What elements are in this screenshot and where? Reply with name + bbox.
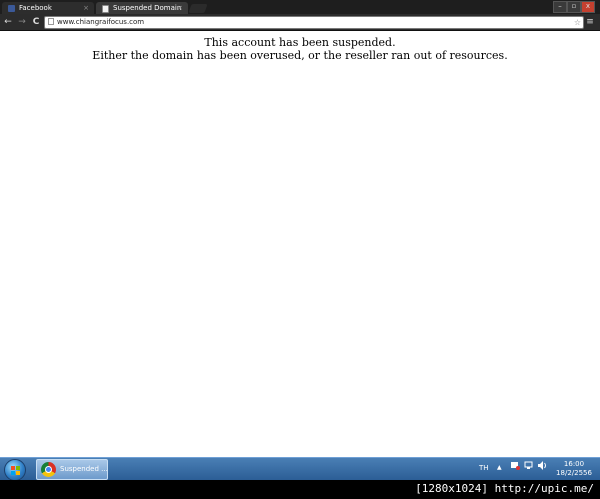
watermark-strip: [1280x1024] http://upic.me/: [0, 480, 600, 499]
taskbar: Suspended ... TH ▲ 16:00 18/2/2556: [0, 457, 600, 481]
close-window-button[interactable]: x: [581, 1, 595, 13]
suspended-message: This account has been suspended.: [204, 36, 396, 49]
page-icon: [102, 5, 109, 13]
tab-facebook[interactable]: Facebook ×: [2, 2, 94, 14]
suspended-reason: Either the domain has been overused, or …: [92, 49, 508, 62]
reload-button[interactable]: C: [31, 16, 41, 28]
minimize-button[interactable]: –: [553, 1, 567, 13]
new-tab-button[interactable]: [188, 4, 208, 13]
url-text: www.chiangraifocus.com: [57, 18, 145, 26]
close-icon[interactable]: ×: [83, 2, 89, 14]
close-icon[interactable]: ×: [177, 2, 183, 14]
back-button[interactable]: ←: [3, 16, 13, 28]
facebook-icon: [8, 5, 15, 12]
start-button[interactable]: [4, 459, 26, 481]
system-clock[interactable]: 16:00 18/2/2556: [552, 460, 596, 478]
tray-expand-icon[interactable]: ▲: [497, 461, 502, 475]
page-content: This account has been suspended. Either …: [0, 31, 600, 457]
tab-suspended-domain[interactable]: Suspended Domain ×: [96, 2, 188, 14]
browser-toolbar: ← → C www.chiangraifocus.com ☆ ≡: [0, 14, 600, 31]
forward-button[interactable]: →: [17, 16, 27, 28]
browser-window: Facebook × Suspended Domain × – ▫ x ← → …: [0, 0, 600, 499]
page-icon: [48, 18, 54, 25]
network-icon[interactable]: [524, 461, 533, 475]
taskbar-chrome-item[interactable]: Suspended ...: [36, 459, 108, 480]
tab-label: Suspended Domain: [113, 4, 182, 12]
address-bar[interactable]: www.chiangraifocus.com ☆: [44, 16, 584, 29]
language-indicator[interactable]: TH: [479, 461, 489, 475]
clock-date: 18/2/2556: [556, 469, 592, 477]
tab-label: Facebook: [19, 4, 52, 12]
menu-icon[interactable]: ≡: [585, 17, 595, 27]
chrome-icon: [41, 462, 56, 477]
maximize-button[interactable]: ▫: [567, 1, 581, 13]
task-label: Suspended ...: [60, 465, 108, 473]
watermark-text: [1280x1024] http://upic.me/: [415, 482, 594, 495]
tab-strip: Facebook × Suspended Domain × – ▫ x: [0, 0, 600, 14]
volume-icon[interactable]: [538, 461, 548, 475]
clock-time: 16:00: [563, 460, 585, 468]
bookmark-star-icon[interactable]: ☆: [574, 17, 581, 28]
windows-logo-icon: [11, 466, 20, 475]
action-center-icon[interactable]: [511, 461, 520, 475]
